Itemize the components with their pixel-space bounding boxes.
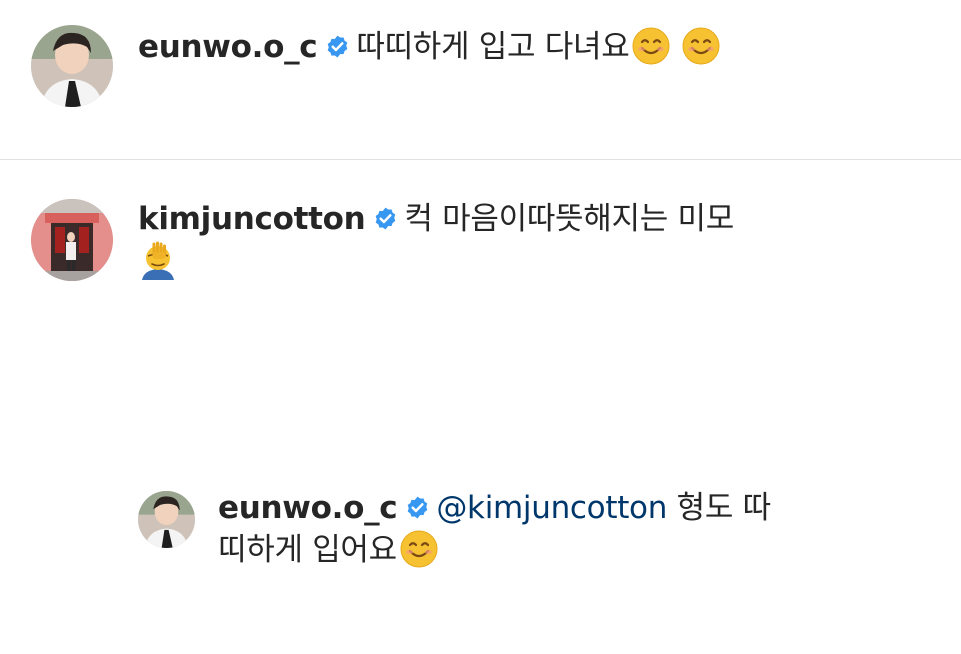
reply-line: 띠하게 입어요 — [218, 529, 439, 569]
comment-line: eunwo.o_c 따띠하게 입고 다녀요 — [138, 26, 721, 66]
comment-text: 따띠하게 입고 다녀요 — [356, 29, 630, 65]
reply-text: 형도 따 — [667, 490, 772, 526]
smiling-face-icon — [399, 529, 439, 569]
avatar-photo — [138, 491, 195, 548]
avatar-photo — [31, 199, 113, 281]
comment-line — [138, 240, 178, 280]
reply-text: 띠하게 입어요 — [218, 532, 397, 568]
avatar[interactable] — [138, 491, 195, 548]
smiling-face-icon — [681, 26, 721, 66]
avatar-photo — [31, 25, 113, 107]
verified-badge-icon — [325, 34, 350, 59]
reply-line: eunwo.o_c @kimjuncotton 형도 따 — [218, 489, 771, 527]
avatar[interactable] — [31, 25, 113, 107]
comment-text: 컥 마음이따뜻해지는 미모 — [404, 201, 734, 237]
smiling-face-icon — [631, 26, 671, 66]
username[interactable]: eunwo.o_c — [138, 29, 318, 65]
divider — [0, 159, 961, 160]
username[interactable]: eunwo.o_c — [218, 490, 398, 526]
verified-badge-icon — [405, 495, 430, 520]
verified-badge-icon — [373, 206, 398, 231]
avatar[interactable] — [31, 199, 113, 281]
face-palm-icon — [138, 240, 178, 280]
comment-line: kimjuncotton 컥 마음이따뜻해지는 미모 — [138, 200, 734, 238]
mention-link[interactable]: @kimjuncotton — [436, 490, 667, 526]
username[interactable]: kimjuncotton — [138, 201, 366, 237]
